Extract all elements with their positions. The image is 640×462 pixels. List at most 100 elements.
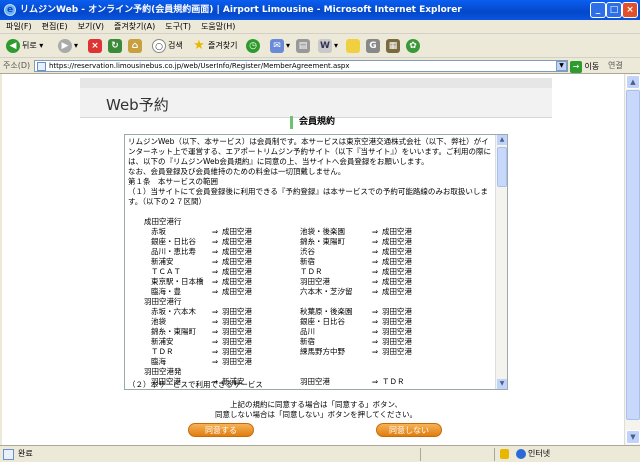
route-row: ＴＤＲ ⇒ 羽田空港 練馬野方中野 ⇒ 羽田空港: [128, 347, 494, 357]
menu-view[interactable]: 보기(V): [74, 20, 108, 34]
route-arrow: ⇒: [371, 277, 379, 286]
menu-file[interactable]: 파일(F): [2, 20, 36, 34]
print-button[interactable]: ▤: [296, 37, 312, 55]
status-divider: [494, 448, 495, 461]
route-row: 臨海・豊 ⇒ 成田空港 六本木・芝汐留 ⇒ 成田空港: [128, 287, 494, 297]
route-cell: 東京駅・日本橋: [151, 277, 204, 286]
folder-icon: [346, 38, 360, 53]
messenger-button[interactable]: ✿: [406, 37, 422, 55]
scroll-down-icon[interactable]: ▼: [497, 379, 507, 389]
route-cell: 新浦安: [151, 337, 174, 346]
route-row: 赤坂・六本木 ⇒ 羽田空港 秋葉原・後楽園 ⇒ 羽田空港: [128, 307, 494, 317]
route-arrow: ⇒: [211, 257, 219, 266]
route-arrow: ⇒: [371, 287, 379, 296]
research-button[interactable]: ▦: [386, 37, 402, 55]
disagree-button[interactable]: 同意しない: [376, 423, 442, 437]
route-cell: 錦糸・東陽町: [300, 237, 345, 246]
route-arrow: ⇒: [211, 237, 219, 246]
page-scrollbar[interactable]: ▲ ▼: [624, 74, 640, 445]
page-title: Web予約: [106, 96, 169, 114]
back-button[interactable]: ◀ 뒤로 ▾: [6, 37, 43, 55]
route-cell: 六本木・芝汐留: [300, 287, 353, 296]
maximize-button[interactable]: □: [606, 2, 622, 18]
google-button[interactable]: G: [366, 37, 382, 55]
scroll-up-icon[interactable]: ▲: [497, 135, 507, 145]
agreement-intro: リムジンWeb（以下、本サービス）は会員制です。本サービスは東京空港交通株式会社…: [128, 137, 491, 206]
route-cell: 成田空港: [222, 247, 252, 256]
links-button[interactable]: 연결: [608, 58, 623, 74]
route-cell: [382, 357, 442, 367]
route-cell: 新浦安: [151, 257, 174, 266]
page-done-icon: [3, 449, 14, 460]
route-cell: 成田空港: [382, 227, 412, 236]
route-cell: 臨海・豊: [151, 287, 181, 296]
route-cell: 成田空港: [222, 257, 252, 266]
scroll-up-icon[interactable]: ▲: [626, 75, 640, 89]
messenger-icon: ✿: [406, 38, 420, 53]
route-arrow: ⇒: [211, 317, 219, 326]
google-icon: G: [366, 38, 380, 53]
research-icon: ▦: [386, 38, 400, 53]
route-row: 銀座・日比谷 ⇒ 成田空港 錦糸・東陽町 ⇒ 成田空港: [128, 237, 494, 247]
search-button[interactable]: ○ 검색: [152, 37, 183, 55]
close-button[interactable]: ×: [622, 2, 638, 18]
mail-button[interactable]: ✉ ▾: [270, 37, 290, 55]
forward-button[interactable]: ▶ ▾: [58, 37, 78, 55]
scroll-down-icon[interactable]: ▼: [626, 430, 640, 444]
menu-edit[interactable]: 편집(E): [38, 20, 72, 34]
address-input[interactable]: https://reservation.limousinebus.co.jp/w…: [34, 60, 568, 72]
route-cell: 成田空港: [382, 277, 412, 286]
route-cell: 成田空港: [382, 237, 412, 246]
route-cell: 成田空港: [382, 247, 412, 256]
route-arrow: ⇒: [211, 327, 219, 336]
route-cell: 池袋・後楽園: [300, 227, 345, 236]
route-cell: 赤坂: [151, 227, 166, 236]
route-cell: 成田空港: [222, 267, 252, 276]
minimize-button[interactable]: _: [590, 2, 606, 18]
agreement-scrollbar[interactable]: ▲ ▼: [495, 135, 507, 389]
scroll-thumb[interactable]: [497, 147, 507, 187]
route-cell: 臨海: [151, 357, 166, 366]
route-cell: 新宿: [300, 337, 315, 346]
menu-favorites[interactable]: 즐겨찾기(A): [110, 20, 159, 34]
browser-window: e リムジンWeb - オンライン予約(会員規約画面) | Airport Li…: [0, 0, 640, 462]
route-cell: ＴＣＡＴ: [151, 267, 181, 276]
route-row: 臨海 ⇒ 羽田空港: [128, 357, 494, 367]
star-icon: ★: [193, 37, 205, 53]
route-cell: 銀座・日比谷: [151, 237, 196, 246]
route-cell: 成田空港: [222, 287, 252, 296]
route-cell: 成田空港: [382, 287, 412, 296]
page-scroll-thumb[interactable]: [626, 90, 640, 420]
edit-button[interactable]: W ▾: [318, 37, 338, 55]
page-content: Web予約 会員規約 リムジンWeb（以下、本サービス）は会員制です。本サービス…: [2, 74, 624, 445]
route-row: 品川・恵比寿 ⇒ 成田空港 渋谷 ⇒ 成田空港: [128, 247, 494, 257]
route-arrow: ⇒: [211, 277, 219, 286]
home-button[interactable]: ⌂: [128, 37, 144, 55]
route-arrow: ⇒: [211, 267, 219, 276]
route-cell: 羽田空港: [382, 327, 412, 336]
agreement-textarea[interactable]: リムジンWeb（以下、本サービス）は会員制です。本サービスは東京空港交通株式会社…: [124, 134, 508, 390]
route-cell: 池袋: [151, 317, 166, 326]
folder-button[interactable]: [346, 37, 362, 55]
route-cell: 羽田空港: [382, 317, 412, 326]
address-dropdown-icon[interactable]: ▼: [556, 61, 567, 71]
go-button[interactable]: → 이동: [570, 59, 599, 75]
forward-arrow-icon: ▶: [58, 38, 72, 53]
search-icon: ○: [152, 38, 166, 53]
agree-button[interactable]: 同意する: [188, 423, 254, 437]
favorites-button[interactable]: ★ 즐겨찾기: [192, 37, 237, 55]
zone-text: 인터넷: [528, 449, 551, 458]
route-row: 池袋 ⇒ 羽田空港 銀座・日比谷 ⇒ 羽田空港: [128, 317, 494, 327]
menu-tools[interactable]: 도구(T): [161, 20, 195, 34]
word-icon: W: [318, 38, 332, 53]
route-table: 成田空港行 赤坂 ⇒ 成田空港 池袋・後楽園 ⇒ 成田空港 銀座・日比谷 ⇒ 成田空港 錦糸・東陽町…: [128, 217, 494, 387]
stop-button[interactable]: ×: [88, 37, 104, 55]
route-arrow: ⇒: [371, 267, 379, 276]
route-category: 羽田空港発: [128, 367, 494, 377]
menu-help[interactable]: 도움말(H): [197, 20, 239, 34]
route-cell: ＴＤＲ: [300, 267, 323, 276]
route-cell: 羽田空港: [222, 357, 252, 366]
history-button[interactable]: ◷: [246, 37, 262, 55]
refresh-button[interactable]: ↻: [108, 37, 124, 55]
route-category-label: 成田空港行: [144, 217, 182, 226]
